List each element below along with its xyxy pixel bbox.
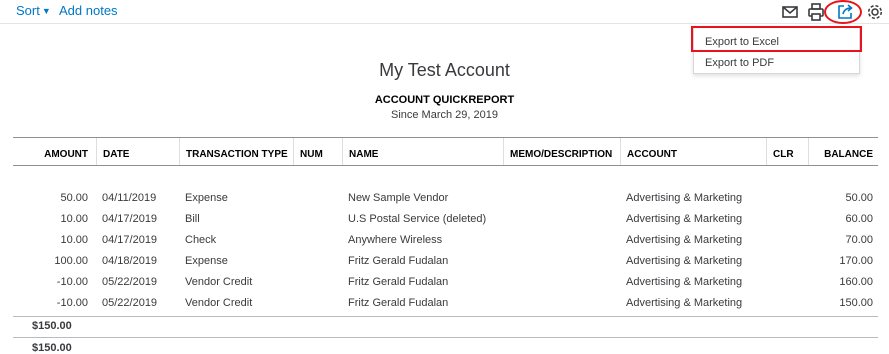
cell-balance: 160.00 (839, 276, 873, 288)
mail-icon[interactable] (780, 2, 800, 22)
cell-balance: 50.00 (845, 192, 873, 204)
report-toolbar: Sort ▼ Add notes (0, 0, 889, 24)
table-row[interactable]: -10.00 05/22/2019 Vendor Credit Fritz Ge… (13, 293, 878, 314)
column-header-date[interactable]: DATE (96, 138, 179, 165)
cell-balance: 60.00 (845, 213, 873, 225)
cell-name: U.S Postal Service (deleted) (348, 213, 487, 225)
grand-total-amount: $150.00 (32, 342, 72, 354)
cell-account: Advertising & Marketing (626, 192, 743, 204)
cell-name: New Sample Vendor (348, 192, 449, 204)
cell-account: Advertising & Marketing (626, 276, 743, 288)
cell-amount: 50.00 (60, 192, 88, 204)
cell-date: 04/18/2019 (102, 255, 158, 267)
table-row[interactable]: 10.00 04/17/2019 Check Anywhere Wireless… (13, 230, 878, 251)
caret-down-icon: ▼ (41, 6, 51, 16)
cell-amount: 10.00 (60, 234, 88, 246)
column-header-memo[interactable]: MEMO/DESCRIPTION (503, 138, 620, 165)
cell-account: Advertising & Marketing (626, 297, 743, 309)
cell-date: 05/22/2019 (102, 297, 158, 309)
cell-type: Vendor Credit (185, 297, 253, 309)
sort-button[interactable]: Sort ▼ (16, 3, 51, 18)
gear-icon[interactable] (865, 2, 885, 22)
column-header-num[interactable]: NUM (293, 138, 342, 165)
cell-name: Fritz Gerald Fudalan (348, 276, 449, 288)
company-name: My Test Account (379, 60, 510, 80)
cell-amount: -10.00 (56, 297, 88, 309)
add-notes-link[interactable]: Add notes (59, 3, 118, 18)
report-title: ACCOUNT QUICKREPORT (374, 94, 515, 106)
column-header-balance[interactable]: BALANCE (808, 138, 878, 165)
cell-amount: 100.00 (54, 255, 88, 267)
cell-balance: 70.00 (845, 234, 873, 246)
cell-name: Anywhere Wireless (348, 234, 443, 246)
export-icon[interactable] (835, 2, 855, 22)
cell-account: Advertising & Marketing (626, 234, 743, 246)
table-header: AMOUNT DATE TRANSACTION TYPE NUM NAME ME… (13, 137, 878, 166)
cell-amount: -10.00 (56, 276, 88, 288)
table-row[interactable]: -10.00 05/22/2019 Vendor Credit Fritz Ge… (13, 272, 878, 293)
cell-date: 04/17/2019 (102, 234, 158, 246)
column-header-transaction-type[interactable]: TRANSACTION TYPE (179, 138, 293, 165)
cell-type: Vendor Credit (185, 276, 253, 288)
table-row[interactable]: 10.00 04/17/2019 Bill U.S Postal Service… (13, 209, 878, 230)
table-row[interactable]: 50.00 04/11/2019 Expense New Sample Vend… (13, 188, 878, 209)
table-body: 50.00 04/11/2019 Expense New Sample Vend… (13, 188, 878, 314)
cell-type: Expense (185, 192, 228, 204)
cell-amount: 10.00 (60, 213, 88, 225)
cell-account: Advertising & Marketing (626, 255, 743, 267)
total-divider (13, 337, 878, 338)
cell-account: Advertising & Marketing (626, 213, 743, 225)
cell-name: Fritz Gerald Fudalan (348, 297, 449, 309)
column-header-amount[interactable]: AMOUNT (13, 138, 88, 165)
column-header-name[interactable]: NAME (342, 138, 503, 165)
cell-type: Bill (185, 213, 200, 225)
subtotal-amount: $150.00 (32, 320, 72, 332)
column-header-account[interactable]: ACCOUNT (620, 138, 766, 165)
table-row[interactable]: 100.00 04/18/2019 Expense Fritz Gerald F… (13, 251, 878, 272)
report-date-range: Since March 29, 2019 (390, 109, 498, 121)
export-to-excel-item[interactable]: Export to Excel (694, 31, 859, 53)
cell-date: 04/17/2019 (102, 213, 158, 225)
print-icon[interactable] (806, 2, 826, 22)
cell-type: Check (185, 234, 217, 246)
cell-balance: 170.00 (839, 255, 873, 267)
cell-date: 04/11/2019 (102, 192, 157, 204)
cell-name: Fritz Gerald Fudalan (348, 255, 449, 267)
cell-date: 05/22/2019 (102, 276, 158, 288)
subtotal-divider (13, 316, 878, 317)
cell-balance: 150.00 (839, 297, 873, 309)
sort-label: Sort (16, 3, 40, 18)
column-header-clr[interactable]: CLR (766, 138, 808, 165)
report-table: AMOUNT DATE TRANSACTION TYPE NUM NAME ME… (13, 137, 878, 354)
cell-type: Expense (185, 255, 228, 267)
